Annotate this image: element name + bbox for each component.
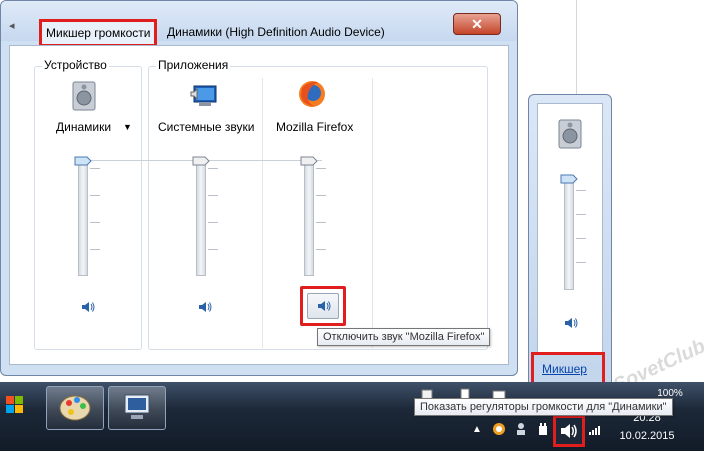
tab-device[interactable]: Динамики (High Definition Audio Device) bbox=[161, 19, 391, 47]
tray-popup-client bbox=[537, 103, 603, 353]
show-controls-tooltip: Показать регуляторы громкости для "Динам… bbox=[414, 398, 673, 416]
device-dropdown-arrow-icon[interactable]: ▼ bbox=[123, 122, 132, 132]
tab-volume-mixer[interactable]: Микшер громкости bbox=[39, 19, 157, 47]
update-icon[interactable] bbox=[492, 422, 506, 436]
tray-volume-icon[interactable] bbox=[556, 418, 582, 444]
device-name-label[interactable]: Динамики bbox=[56, 120, 111, 134]
mixer-link-highlight: Микшер bbox=[531, 352, 605, 386]
device-volume-slider-thumb[interactable] bbox=[74, 156, 92, 166]
power-plug-icon[interactable] bbox=[536, 422, 550, 436]
firefox-speaker-icon bbox=[318, 301, 331, 311]
device-volume-track[interactable] bbox=[78, 158, 88, 276]
column-divider bbox=[372, 78, 373, 348]
system-sounds-label: Системные звуки bbox=[158, 120, 255, 134]
screen: ◂ Микшер громкости Динамики (High Defini… bbox=[0, 0, 704, 451]
device-speaker-icon[interactable] bbox=[80, 300, 96, 314]
taskbar-mixer-button[interactable] bbox=[108, 386, 166, 430]
tray-volume-track[interactable] bbox=[564, 178, 574, 290]
tray-ticks bbox=[576, 178, 590, 296]
paint-palette-icon bbox=[59, 395, 91, 421]
user-icon[interactable] bbox=[514, 422, 528, 436]
mixer-client-area: Устройство Приложения Динамики ▼ Системн… bbox=[9, 45, 509, 365]
taskbar-date[interactable]: 10.02.2015 bbox=[612, 430, 682, 442]
apps-group-label: Приложения bbox=[156, 58, 231, 72]
tray-speaker-icon[interactable] bbox=[563, 316, 579, 330]
system-volume-track[interactable] bbox=[196, 158, 206, 276]
system-ticks bbox=[208, 158, 222, 276]
tray-volume-popup: Микшер bbox=[528, 94, 612, 390]
device-ticks bbox=[90, 158, 104, 276]
firefox-volume-track[interactable] bbox=[304, 158, 314, 276]
firefox-mute-highlight bbox=[300, 286, 346, 326]
window-menu-icon[interactable]: ◂ bbox=[9, 19, 19, 33]
close-button[interactable]: ✕ bbox=[453, 13, 501, 35]
speaker-device-icon[interactable] bbox=[556, 118, 584, 150]
volume-mixer-app-icon bbox=[124, 394, 150, 419]
system-speaker-icon[interactable] bbox=[197, 300, 213, 314]
title-bar[interactable]: ◂ Микшер громкости Динамики (High Defini… bbox=[1, 1, 517, 47]
system-volume-slider-thumb[interactable] bbox=[192, 156, 210, 166]
speaker-device-icon bbox=[72, 81, 96, 111]
windows-orb-icon bbox=[6, 396, 23, 413]
firefox-ticks bbox=[316, 158, 330, 276]
firefox-volume-slider-thumb[interactable] bbox=[300, 156, 318, 166]
volume-mixer-window: ◂ Микшер громкости Динамики (High Defini… bbox=[0, 0, 518, 376]
firefox-icon bbox=[299, 81, 325, 107]
network-signal-icon[interactable] bbox=[588, 422, 602, 436]
firefox-label: Mozilla Firefox bbox=[276, 120, 354, 134]
tray-volume-slider-thumb[interactable] bbox=[560, 174, 578, 184]
mixer-link[interactable]: Микшер bbox=[542, 362, 587, 376]
device-group-label: Устройство bbox=[42, 58, 109, 72]
tray-volume-highlight bbox=[553, 415, 585, 447]
firefox-mute-button[interactable] bbox=[307, 293, 339, 319]
column-divider bbox=[262, 78, 263, 348]
mute-firefox-tooltip: Отключить звук "Mozilla Firefox" bbox=[317, 328, 491, 346]
taskbar: 100% ▲ 20:28 10.02.2015 bbox=[0, 382, 704, 451]
system-sounds-icon bbox=[190, 85, 217, 106]
show-hidden-icons-icon[interactable]: ▲ bbox=[472, 424, 486, 438]
taskbar-paint-button[interactable] bbox=[46, 386, 104, 430]
start-button[interactable] bbox=[0, 386, 34, 430]
